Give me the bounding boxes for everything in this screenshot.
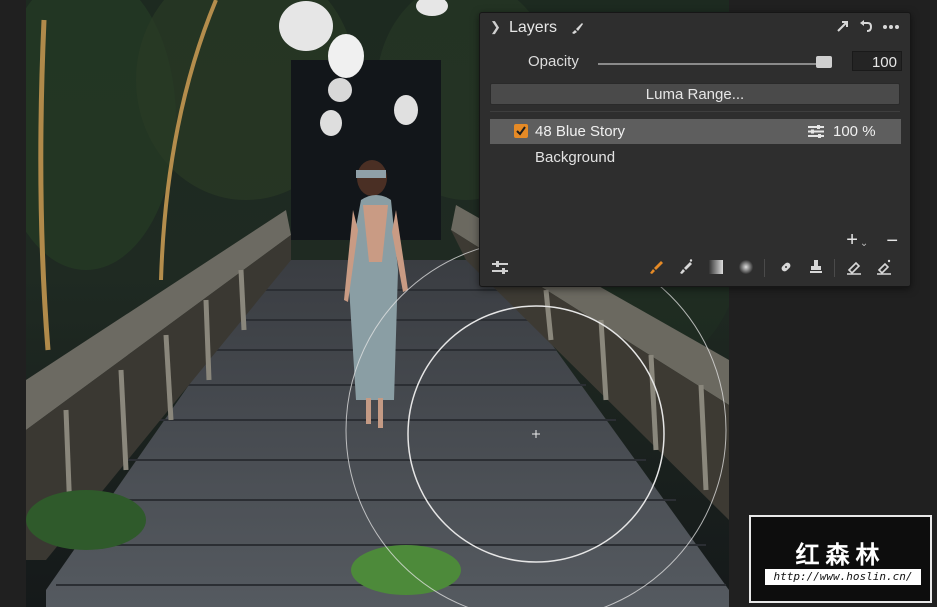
brush-tool-icon[interactable]: [646, 257, 666, 277]
undo-arrow-icon[interactable]: [859, 20, 872, 33]
layers-panel-header: ❯ Layers: [480, 13, 910, 45]
opacity-slider[interactable]: [598, 63, 828, 65]
detach-arrow-icon[interactable]: [836, 20, 849, 33]
layer-row-48-blue-story[interactable]: 48 Blue Story 100 %: [490, 119, 901, 144]
opacity-value-field[interactable]: 100: [852, 51, 902, 71]
opacity-label: Opacity: [528, 53, 579, 70]
layer-tools-toolbar: [480, 257, 910, 279]
heal-bandage-icon[interactable]: [776, 257, 796, 277]
plus-icon: +: [846, 229, 858, 251]
magic-brush-icon[interactable]: [676, 257, 696, 277]
minus-icon[interactable]: −: [886, 231, 898, 251]
layers-panel: ❯ Layers Opacity 100 Luma Range... 48 Bl: [479, 12, 911, 287]
luma-range-button[interactable]: Luma Range...: [490, 83, 900, 105]
opacity-row: Opacity 100: [480, 51, 910, 77]
toolbar-separator: [834, 259, 835, 277]
toolbar-separator: [764, 259, 765, 277]
layer-row-background[interactable]: Background: [490, 145, 901, 170]
watermark-title: 红森林: [795, 541, 886, 569]
watermark-url: http://www.hoslin.cn/: [765, 569, 921, 585]
watermark-logo: 红森林 http://www.hoslin.cn/: [749, 515, 932, 603]
layer-add-remove: + ⌄ −: [846, 229, 898, 251]
layer-opacity: 100 %: [833, 123, 876, 140]
sliders-icon[interactable]: [808, 125, 824, 142]
magic-eraser-icon[interactable]: [874, 257, 894, 277]
chevron-down-icon[interactable]: ❯: [490, 19, 501, 35]
clone-stamp-icon[interactable]: [806, 257, 826, 277]
settings-sliders-icon[interactable]: [490, 257, 510, 277]
opacity-slider-thumb[interactable]: [816, 56, 832, 68]
more-dots-icon[interactable]: [882, 24, 900, 30]
brush-icon[interactable]: [570, 21, 584, 39]
layer-visibility-checkbox[interactable]: [514, 124, 528, 138]
layer-name: Background: [535, 149, 616, 166]
layer-name: 48 Blue Story: [535, 123, 626, 140]
gradient-mask-icon[interactable]: [706, 257, 726, 277]
panel-title: Layers: [509, 19, 558, 36]
eraser-icon[interactable]: [844, 257, 864, 277]
chevron-down-icon: ⌄: [859, 238, 869, 249]
divider: [490, 111, 900, 112]
radial-mask-icon[interactable]: [736, 257, 756, 277]
add-layer-button[interactable]: + ⌄: [846, 229, 869, 251]
